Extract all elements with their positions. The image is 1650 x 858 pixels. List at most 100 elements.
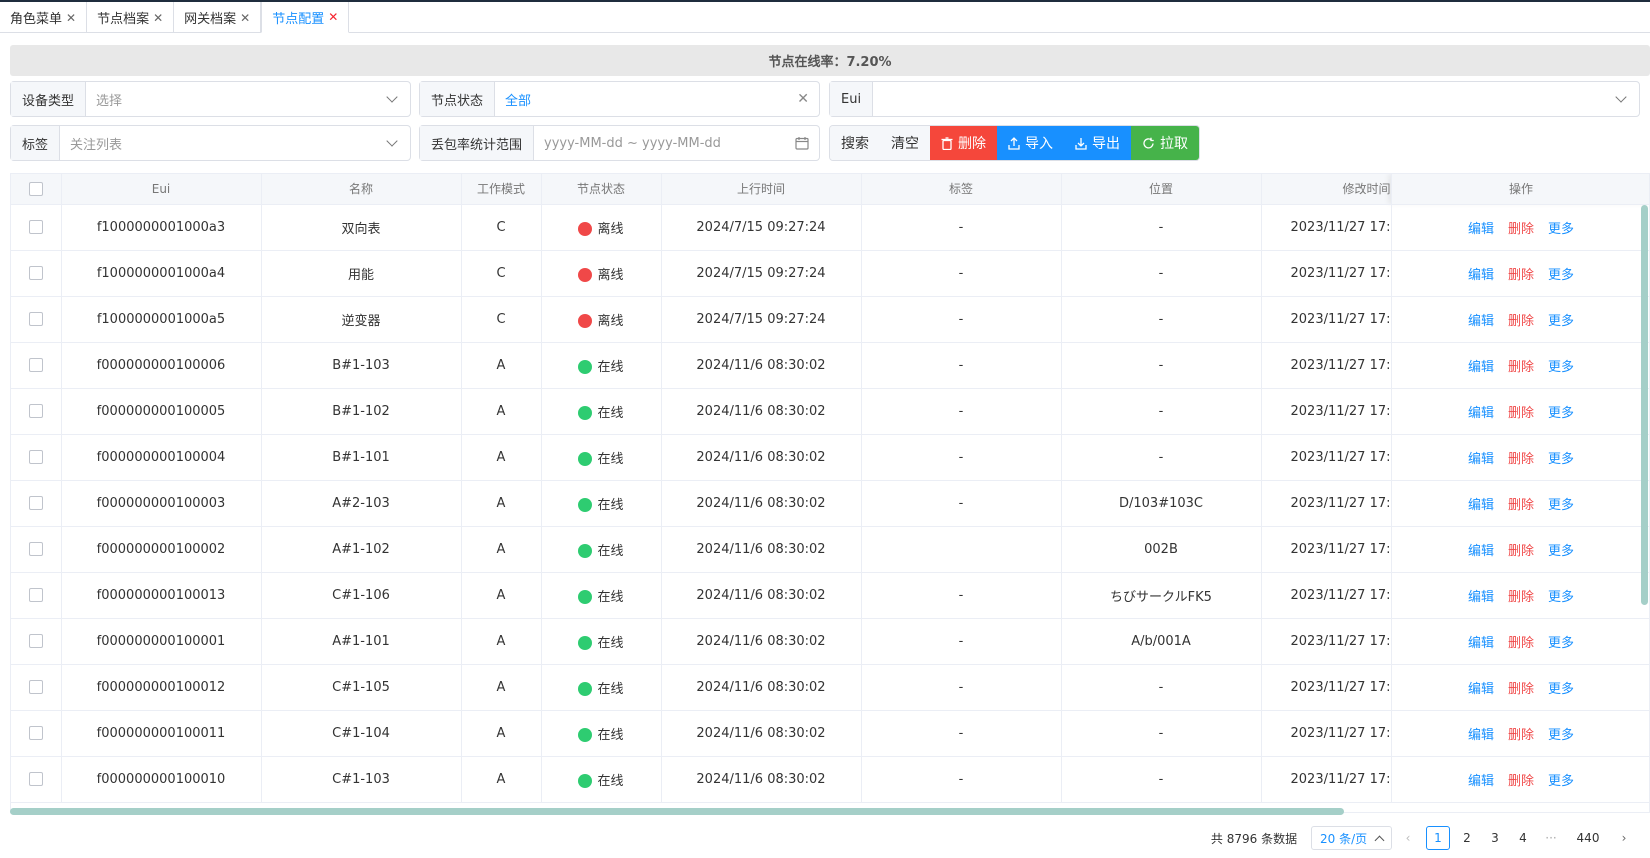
delete-link[interactable]: 删除	[1508, 448, 1534, 467]
device-type-select[interactable]: 设备类型 选择	[10, 81, 411, 117]
close-icon[interactable]: ✕	[66, 11, 76, 25]
delete-link[interactable]: 删除	[1508, 218, 1534, 237]
row-checkbox[interactable]	[28, 588, 43, 602]
row-checkbox[interactable]	[28, 542, 43, 556]
cell-eui: f1000000001000a3	[61, 204, 262, 251]
eui-select[interactable]: Eui	[829, 81, 1640, 117]
export-button[interactable]: 导出	[1064, 126, 1131, 160]
delete-link[interactable]: 删除	[1508, 632, 1534, 651]
more-link[interactable]: 更多	[1548, 632, 1574, 651]
row-checkbox[interactable]	[28, 404, 43, 418]
cell-status: 在线	[541, 618, 662, 665]
horizontal-scrollbar[interactable]	[10, 808, 1344, 815]
more-link[interactable]: 更多	[1548, 264, 1574, 283]
row-checkbox[interactable]	[28, 450, 43, 464]
cell-tag	[861, 526, 1062, 573]
row-checkbox[interactable]	[28, 220, 43, 234]
row-select-cell	[11, 572, 62, 619]
clear-icon[interactable]: ✕	[797, 91, 809, 107]
tab-node-archive[interactable]: 节点档案 ✕	[87, 2, 175, 33]
more-link[interactable]: 更多	[1548, 402, 1574, 421]
edit-link[interactable]: 编辑	[1468, 540, 1494, 559]
edit-link[interactable]: 编辑	[1468, 724, 1494, 743]
edit-link[interactable]: 编辑	[1468, 586, 1494, 605]
more-link[interactable]: 更多	[1548, 540, 1574, 559]
col-name[interactable]: 名称	[261, 174, 462, 205]
delete-link[interactable]: 删除	[1508, 724, 1534, 743]
loss-range-picker[interactable]: 丢包率统计范围 yyyy-MM-dd ~ yyyy-MM-dd	[419, 125, 820, 161]
more-link[interactable]: 更多	[1548, 218, 1574, 237]
page-2[interactable]: 2	[1455, 826, 1479, 850]
more-link[interactable]: 更多	[1548, 586, 1574, 605]
edit-link[interactable]: 编辑	[1468, 678, 1494, 697]
close-icon[interactable]: ✕	[240, 11, 250, 25]
delete-link[interactable]: 删除	[1508, 540, 1534, 559]
edit-link[interactable]: 编辑	[1468, 402, 1494, 421]
col-eui[interactable]: Eui	[61, 174, 262, 205]
edit-link[interactable]: 编辑	[1468, 770, 1494, 789]
more-link[interactable]: 更多	[1548, 494, 1574, 513]
cell-name: B#1-101	[261, 434, 462, 481]
close-icon[interactable]: ✕	[153, 11, 163, 25]
more-link[interactable]: 更多	[1548, 310, 1574, 329]
page-last[interactable]: 440	[1568, 826, 1608, 850]
row-checkbox[interactable]	[28, 726, 43, 740]
more-link[interactable]: 更多	[1548, 448, 1574, 467]
page-ellipsis[interactable]: ···	[1539, 826, 1563, 850]
row-checkbox[interactable]	[28, 680, 43, 694]
more-link[interactable]: 更多	[1548, 356, 1574, 375]
edit-link[interactable]: 编辑	[1468, 632, 1494, 651]
status-dot-icon	[578, 544, 593, 558]
cell-status: 在线	[541, 480, 662, 527]
more-link[interactable]: 更多	[1548, 770, 1574, 789]
delete-button[interactable]: 删除	[930, 126, 997, 160]
more-link[interactable]: 更多	[1548, 678, 1574, 697]
prev-page-button[interactable]: ‹	[1400, 826, 1416, 850]
node-status-select[interactable]: 节点状态 全部 ✕	[419, 81, 820, 117]
col-status[interactable]: 节点状态	[541, 174, 662, 205]
delete-link[interactable]: 删除	[1508, 310, 1534, 329]
row-checkbox[interactable]	[28, 266, 43, 280]
tab-gateway-archive[interactable]: 网关档案 ✕	[174, 2, 262, 33]
delete-link[interactable]: 删除	[1508, 586, 1534, 605]
col-mtime[interactable]: 修改时间	[1261, 174, 1392, 205]
close-icon[interactable]: ✕	[328, 10, 338, 24]
row-checkbox[interactable]	[28, 496, 43, 510]
col-mode[interactable]: 工作模式	[461, 174, 542, 205]
page-size-select[interactable]: 20 条/页	[1311, 826, 1392, 850]
col-tag[interactable]: 标签	[861, 174, 1062, 205]
row-checkbox[interactable]	[28, 634, 43, 648]
delete-link[interactable]: 删除	[1508, 264, 1534, 283]
tab-node-config[interactable]: 节点配置 ✕	[261, 2, 350, 33]
edit-link[interactable]: 编辑	[1468, 264, 1494, 283]
delete-link[interactable]: 删除	[1508, 494, 1534, 513]
page-3[interactable]: 3	[1483, 826, 1507, 850]
import-button[interactable]: 导入	[997, 126, 1064, 160]
more-link[interactable]: 更多	[1548, 724, 1574, 743]
clear-button[interactable]: 清空	[880, 126, 930, 160]
edit-link[interactable]: 编辑	[1468, 494, 1494, 513]
col-uptime[interactable]: 上行时间	[661, 174, 862, 205]
delete-link[interactable]: 删除	[1508, 356, 1534, 375]
col-location[interactable]: 位置	[1061, 174, 1262, 205]
edit-link[interactable]: 编辑	[1468, 310, 1494, 329]
pull-button[interactable]: 拉取	[1131, 126, 1199, 160]
vertical-scrollbar[interactable]	[1641, 205, 1648, 605]
next-page-button[interactable]: ›	[1614, 826, 1634, 850]
delete-link[interactable]: 删除	[1508, 402, 1534, 421]
search-button[interactable]: 搜索	[830, 126, 880, 160]
select-all-checkbox[interactable]	[28, 182, 43, 196]
page-4[interactable]: 4	[1511, 826, 1535, 850]
row-checkbox[interactable]	[28, 312, 43, 326]
tag-select[interactable]: 标签 关注列表	[10, 125, 411, 161]
edit-link[interactable]: 编辑	[1468, 356, 1494, 375]
edit-link[interactable]: 编辑	[1468, 218, 1494, 237]
delete-link[interactable]: 删除	[1508, 678, 1534, 697]
delete-link[interactable]: 删除	[1508, 770, 1534, 789]
page-1[interactable]: 1	[1426, 826, 1450, 850]
edit-link[interactable]: 编辑	[1468, 448, 1494, 467]
row-checkbox[interactable]	[28, 358, 43, 372]
cell-uptime: 2024/11/6 08:30:02	[661, 710, 862, 757]
tab-role-menu[interactable]: 角色菜单 ✕	[0, 2, 88, 33]
row-checkbox[interactable]	[28, 772, 43, 786]
